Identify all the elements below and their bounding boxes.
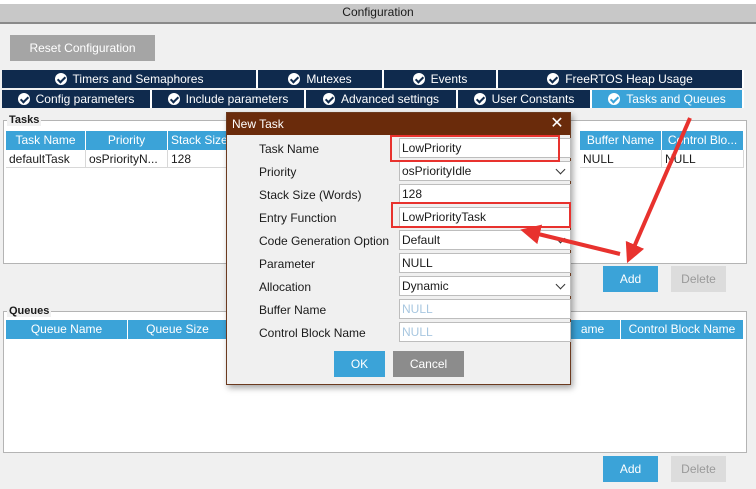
arrow-to-entry-function-icon	[520, 224, 621, 256]
arrow-to-add-icon	[625, 117, 692, 264]
annotation-arrows	[520, 117, 692, 264]
